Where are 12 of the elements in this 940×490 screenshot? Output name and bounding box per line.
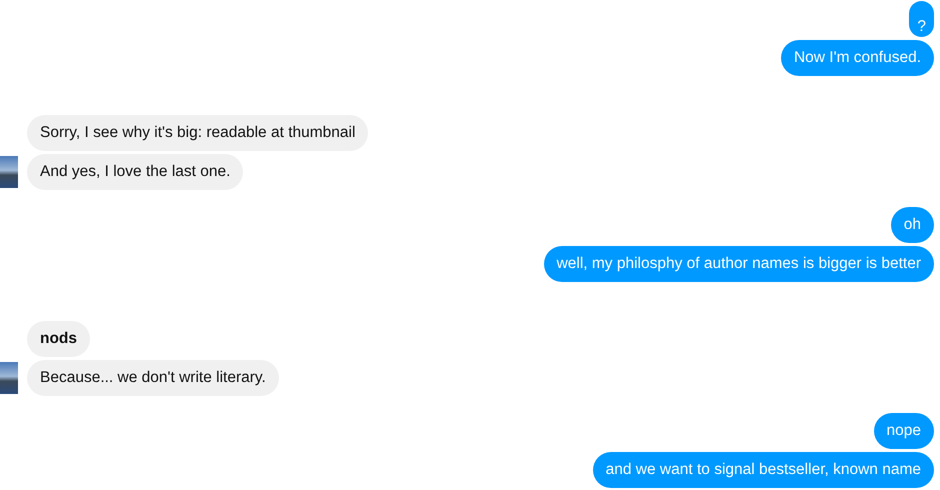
avatar-photo [0,156,18,188]
message-bubble: Sorry, I see why it's big: readable at thumbnail [27,115,368,151]
message-bubble: and we want to signal bestseller, known name [592,452,934,488]
message-bubble: And yes, I love the last one. [27,154,244,190]
message-bubble: ? [909,1,934,37]
avatar-photo [0,362,18,394]
message-bubble: oh [890,207,934,243]
message-bubble: nope [874,413,934,449]
message-bubble: Now I'm confused. [780,40,934,76]
message-bubble: well, my philosphy of author names is bigger is better [544,246,934,282]
message-bubble: nods [27,321,90,357]
message-bubble: Because... we don't write literary. [27,360,279,396]
